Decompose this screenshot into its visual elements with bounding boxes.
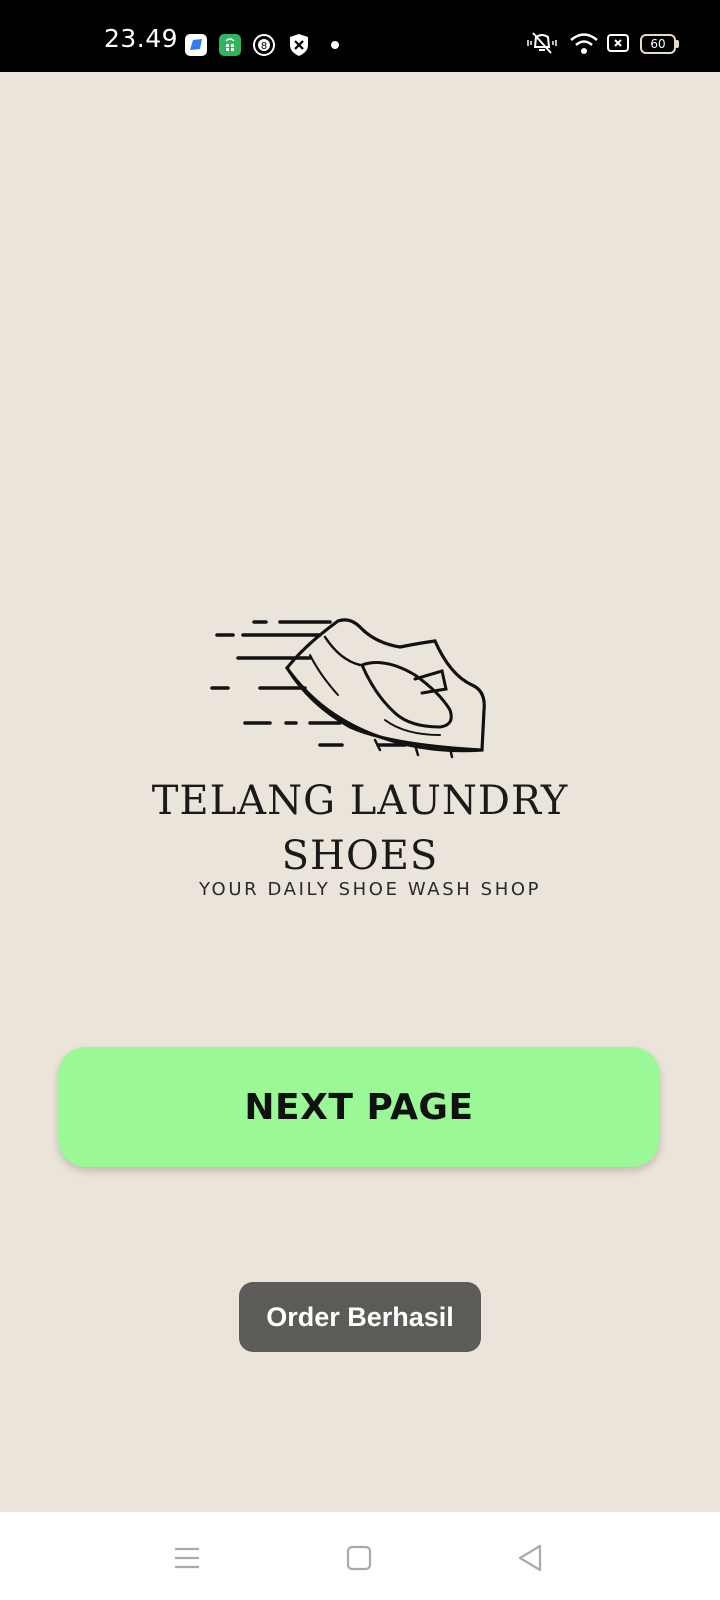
circled-number-icon: 8: [251, 32, 276, 57]
order-success-toast: Order Berhasil: [239, 1282, 481, 1352]
dot-icon: [322, 32, 347, 57]
menu-icon[interactable]: [167, 1540, 207, 1576]
brand-tagline: YOUR DAILY SHOE WASH SHOP: [198, 879, 542, 900]
vibrate-mute-icon: [525, 30, 559, 56]
home-square-icon[interactable]: [339, 1540, 379, 1576]
brand-title-line2: SHOES: [281, 833, 439, 879]
brand-title-line1: TELANG LAUNDRY: [151, 778, 569, 824]
navigation-bar: [0, 1512, 720, 1600]
blue-app-icon: [183, 32, 208, 57]
status-bar: 23.49 8 60: [0, 0, 720, 72]
wifi-icon: [569, 30, 599, 56]
svg-text:8: 8: [260, 41, 266, 52]
sim-x-icon: [606, 30, 630, 56]
shield-x-icon: [286, 32, 311, 57]
green-store-icon: [217, 32, 242, 57]
status-time: 23.49: [104, 24, 179, 53]
back-triangle-icon[interactable]: [510, 1540, 550, 1576]
running-shoe-icon: [210, 618, 486, 759]
next-page-button[interactable]: NEXT PAGE: [58, 1047, 660, 1167]
battery-icon: 60: [640, 34, 679, 54]
